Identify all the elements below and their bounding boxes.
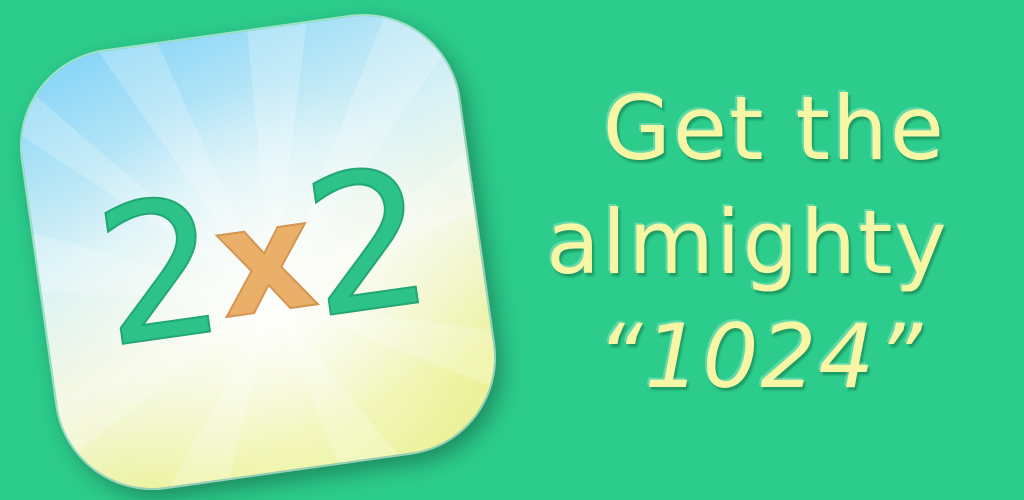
tagline-line-1: Get the [602, 77, 946, 180]
app-icon: 2 x 2 [9, 3, 507, 500]
promo-banner: 2 x 2 Get the almighty “1024” [0, 0, 1024, 500]
tagline-line-2: almighty [546, 191, 949, 294]
tagline-line-3: “1024” [596, 305, 924, 408]
tagline: Get the almighty “1024” [546, 72, 1006, 414]
app-icon-graphic: 2 x 2 [9, 3, 507, 500]
